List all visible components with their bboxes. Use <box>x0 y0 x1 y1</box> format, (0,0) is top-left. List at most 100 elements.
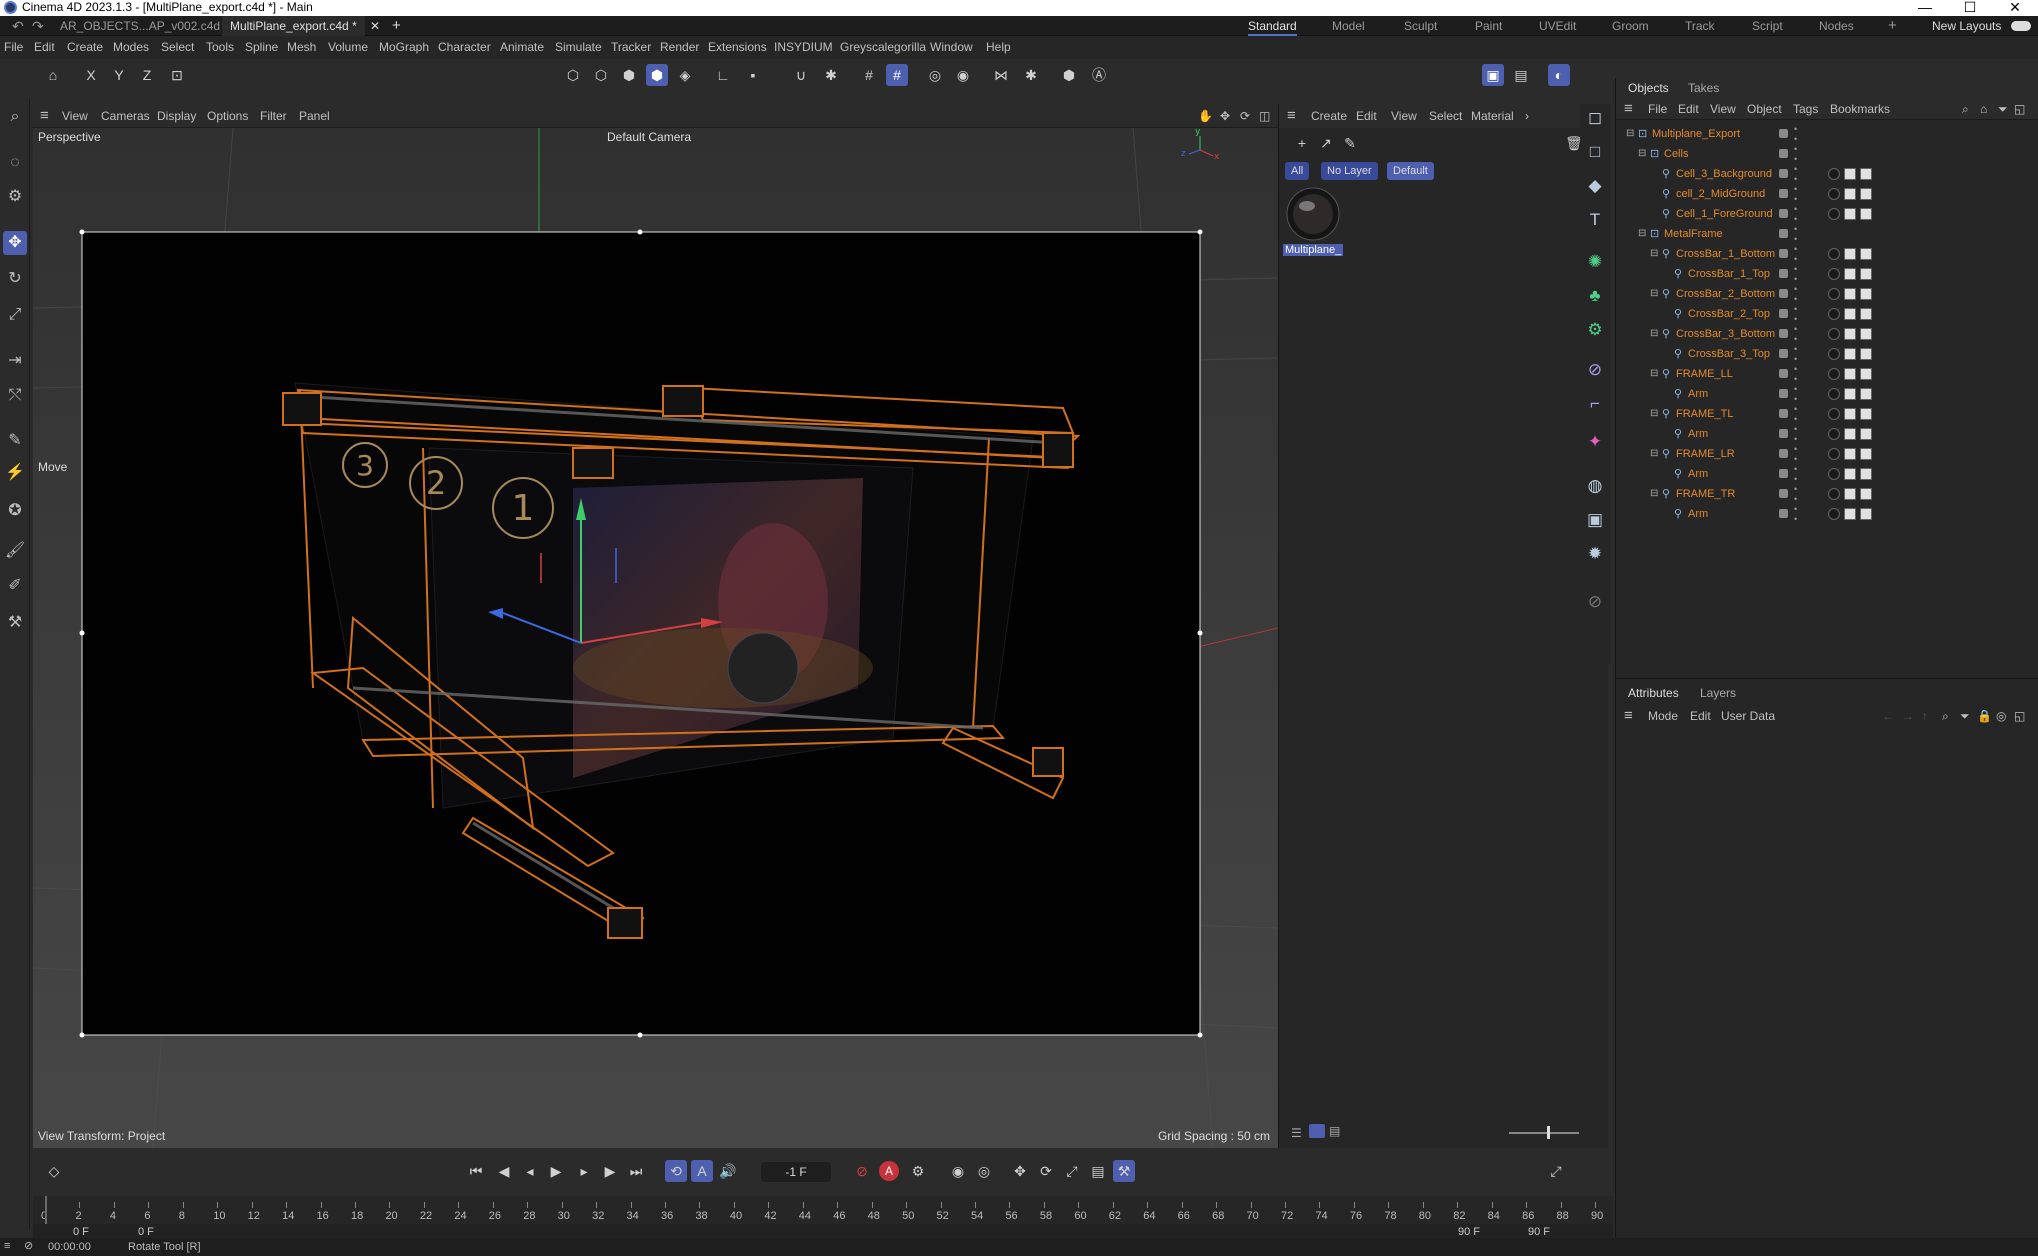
object-name[interactable]: Cell_3_Background <box>1676 164 1772 184</box>
autokey-icon[interactable]: A <box>879 1161 899 1181</box>
mat-menu-select[interactable]: Select <box>1429 104 1462 128</box>
collapse-icon[interactable]: ⊟ <box>1650 404 1658 424</box>
layout-uvedit[interactable]: UVEdit <box>1539 16 1576 36</box>
layer-color-swatch[interactable] <box>1779 209 1788 218</box>
auto-keyframe-icon[interactable]: Ⓐ <box>1088 64 1110 86</box>
filter-icon[interactable]: ⏷ <box>1960 705 1970 727</box>
grid-snap-icon[interactable]: # <box>858 64 880 86</box>
tag-material-icon[interactable] <box>1828 468 1840 480</box>
doc-tab-ar-objects[interactable]: AR_OBJECTS...AP_v002.c4d <box>52 16 228 36</box>
tag-material-icon[interactable] <box>1828 368 1840 380</box>
new-window-icon[interactable]: ◱ <box>2014 705 2025 727</box>
visibility-dots-icon[interactable]: • • <box>1794 424 1797 444</box>
pick-material-icon[interactable]: ✎ <box>1339 132 1361 154</box>
collapse-icon[interactable]: ⊟ <box>1638 224 1646 244</box>
object-name[interactable]: Cell_1_ForeGround <box>1676 204 1773 224</box>
tag-material-icon[interactable] <box>1828 428 1840 440</box>
camera-name[interactable]: Default Camera <box>607 130 691 144</box>
layout-track[interactable]: Track <box>1685 16 1715 36</box>
range-end-field[interactable]: 90 F <box>1528 1226 1550 1238</box>
object-name[interactable]: Arm <box>1688 504 1708 524</box>
tag-phong-icon[interactable] <box>1844 248 1856 260</box>
tag-texture-icon[interactable] <box>1860 248 1872 260</box>
menu-create[interactable]: Create <box>67 36 103 59</box>
tag-phong-icon[interactable] <box>1844 468 1856 480</box>
menu-insydium[interactable]: INSYDIUM <box>774 36 833 59</box>
layout-standard[interactable]: Standard <box>1248 16 1297 36</box>
layer-color-swatch[interactable] <box>1779 349 1788 358</box>
move-view-icon[interactable]: ✥ <box>1220 104 1230 128</box>
menu-spline[interactable]: Spline <box>245 36 278 59</box>
tag-texture-icon[interactable] <box>1860 508 1872 520</box>
play-icon[interactable]: ▶ <box>545 1160 567 1182</box>
more-menu-icon[interactable]: › <box>1525 104 1529 128</box>
large-view-icon[interactable]: ▤ <box>1329 1124 1340 1138</box>
tag-phong-icon[interactable] <box>1844 288 1856 300</box>
object-row[interactable]: ⊟ ⚲ FRAME_TR • • <box>1616 484 2038 504</box>
object-name[interactable]: cell_2_MidGround <box>1676 184 1765 204</box>
menu-tools[interactable]: Tools <box>206 36 234 59</box>
visibility-dots-icon[interactable]: • • <box>1794 304 1797 324</box>
object-row[interactable]: ⊟ ⚲ FRAME_LR • • <box>1616 444 2038 464</box>
layout-script[interactable]: Script <box>1752 16 1783 36</box>
symmetry-icon[interactable]: ⋈ <box>990 64 1012 86</box>
go-to-start-icon[interactable]: ⏮ <box>465 1160 487 1182</box>
axis-y-button[interactable]: Y <box>108 64 130 86</box>
object-row[interactable]: ⚲ Arm • • <box>1616 424 2038 444</box>
rotate-tool-icon[interactable]: ↻ <box>3 267 27 291</box>
rotation-key-icon[interactable]: ◎ <box>973 1160 995 1182</box>
object-row[interactable]: ⚲ Arm • • <box>1616 464 2038 484</box>
object-name[interactable]: FRAME_TL <box>1676 404 1733 424</box>
playhead[interactable] <box>45 1196 47 1224</box>
range-start-field[interactable]: 0 F <box>73 1226 89 1238</box>
layer-color-swatch[interactable] <box>1779 409 1788 418</box>
attr-menu-user-data[interactable]: User Data <box>1721 705 1775 727</box>
tag-material-icon[interactable] <box>1828 348 1840 360</box>
undo-icon[interactable]: ↶ <box>4 16 24 36</box>
vp-menu-panel[interactable]: Panel <box>299 104 330 128</box>
tag-texture-icon[interactable] <box>1860 308 1872 320</box>
visibility-dots-icon[interactable]: • • <box>1794 284 1797 304</box>
object-row[interactable]: ⚲ Cell_1_ForeGround • • <box>1616 204 2038 224</box>
object-name[interactable]: CrossBar_1_Bottom <box>1676 244 1775 264</box>
layout-model[interactable]: Model <box>1332 16 1365 36</box>
tag-texture-icon[interactable] <box>1860 188 1872 200</box>
menu-file[interactable]: File <box>4 36 23 59</box>
tag-material-icon[interactable] <box>1828 408 1840 420</box>
redshift-render-icon[interactable]: ◐ <box>1548 64 1570 86</box>
environment-icon[interactable]: ◍ <box>1583 474 1607 498</box>
edges-mode-icon[interactable]: ⬡ <box>590 64 612 86</box>
menu-modes[interactable]: Modes <box>113 36 149 59</box>
tab-takes[interactable]: Takes <box>1688 78 1719 98</box>
mat-menu-material[interactable]: Material <box>1471 104 1514 128</box>
filter-default[interactable]: Default <box>1387 162 1434 180</box>
light-icon[interactable]: ✹ <box>1583 542 1607 566</box>
doc-tab-multiplane[interactable]: MultiPlane_export.c4d * <box>222 16 365 36</box>
previous-key-icon[interactable]: ◀ <box>493 1160 515 1182</box>
menu-extensions[interactable]: Extensions <box>708 36 767 59</box>
layer-color-swatch[interactable] <box>1779 249 1788 258</box>
tag-phong-icon[interactable] <box>1844 208 1856 220</box>
menu-window[interactable]: Window <box>930 36 973 59</box>
tag-material-icon[interactable] <box>1828 448 1840 460</box>
tag-material-icon[interactable] <box>1828 328 1840 340</box>
polygons-mode-icon[interactable]: ⬢ <box>618 64 640 86</box>
layout-nodes[interactable]: Nodes <box>1819 16 1854 36</box>
keyframe-diamond-icon[interactable]: ◇ <box>43 1160 65 1182</box>
new-window-icon[interactable]: ◱ <box>2014 98 2025 120</box>
tag-texture-icon[interactable] <box>1860 468 1872 480</box>
tag-material-icon[interactable] <box>1828 248 1840 260</box>
grid-view-icon[interactable] <box>1309 1124 1325 1138</box>
collapse-icon[interactable]: ⊟ <box>1650 324 1658 344</box>
filter-no-layer[interactable]: No Layer <box>1321 162 1378 180</box>
axis-mode-icon[interactable]: ∟ <box>712 64 734 86</box>
tag-phong-icon[interactable] <box>1844 188 1856 200</box>
tag-material-icon[interactable] <box>1828 168 1840 180</box>
soft-selection-icon[interactable]: ◎ <box>924 64 946 86</box>
tag-material-icon[interactable] <box>1828 208 1840 220</box>
collapse-icon[interactable]: ⊟ <box>1650 244 1658 264</box>
visibility-dots-icon[interactable]: • • <box>1794 384 1797 404</box>
layer-color-swatch[interactable] <box>1779 289 1788 298</box>
axis-x-button[interactable]: X <box>80 64 102 86</box>
object-name[interactable]: Arm <box>1688 464 1708 484</box>
